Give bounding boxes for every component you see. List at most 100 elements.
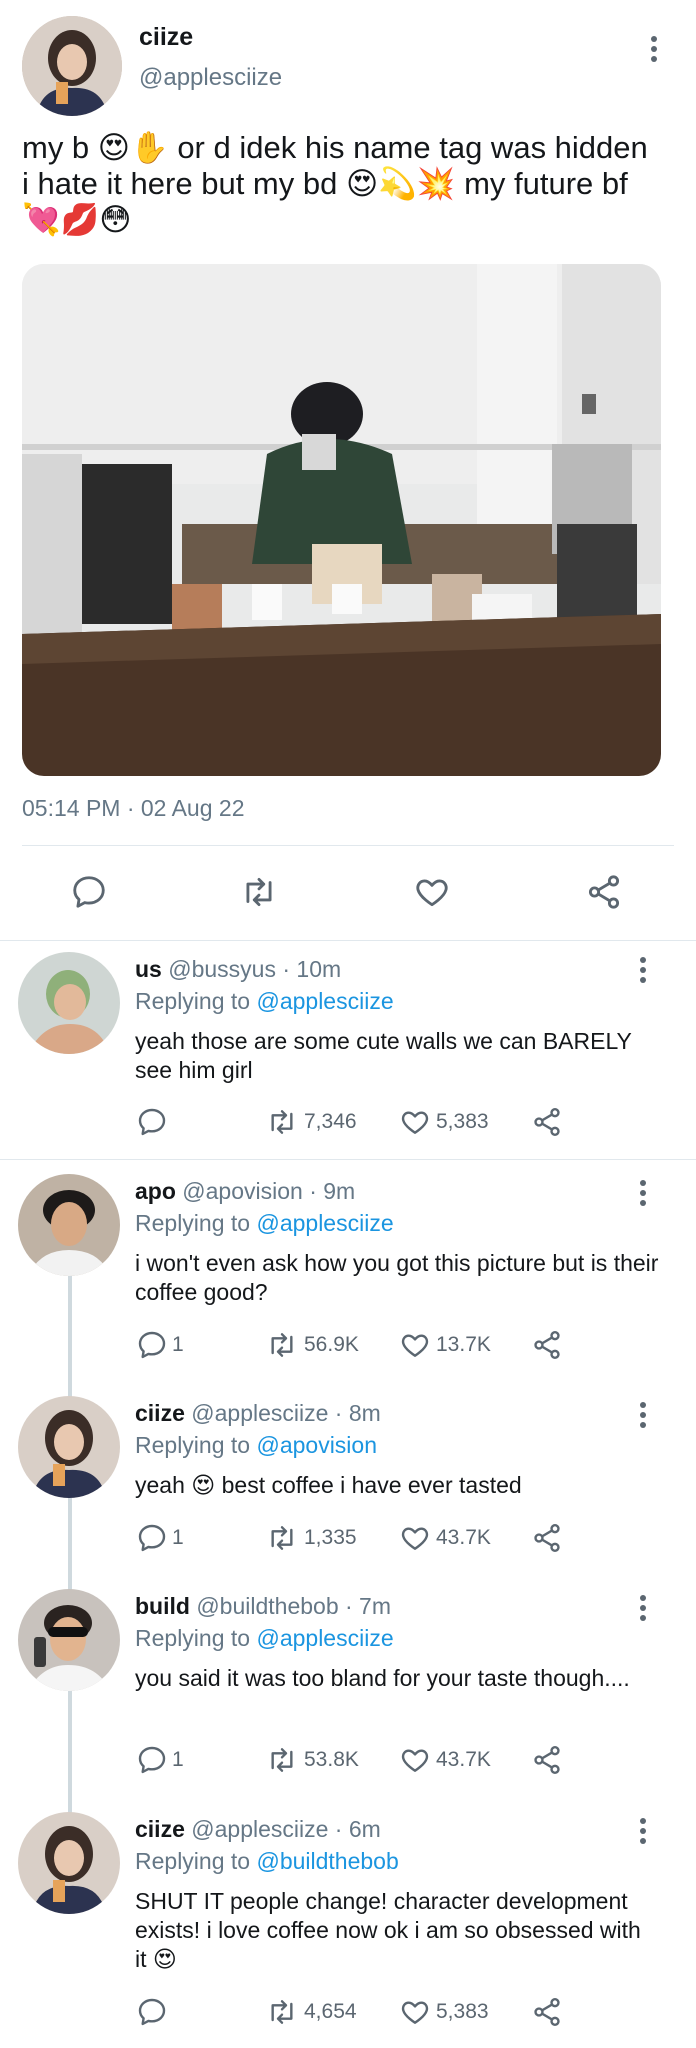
main-retweet-button[interactable] [238,873,280,916]
reply-header[interactable]: build @buildthebob · 7m [135,1593,391,1620]
more-vertical-icon[interactable] [640,1595,646,1625]
heart-icon [401,1749,429,1772]
tweet-text-line: i hate it here but my bd 😍💫💥 my future b… [22,166,628,201]
main-like-button[interactable] [412,873,452,916]
tweet-text-line: my b 😍✋ or d idek his name tag was hidde… [22,130,648,165]
reply-handle[interactable]: @applesciize · 8m [191,1400,381,1426]
reply-avatar[interactable] [18,1589,120,1691]
main-tweet-text: my b 😍✋ or d idek his name tag was hidde… [22,130,672,238]
like-button[interactable]: 5,383 [398,1996,489,2028]
reply-header[interactable]: ciize @applesciize · 8m [135,1400,381,1427]
retweet-count: 56.9K [304,1333,359,1356]
reply-header[interactable]: apo @apovision · 9m [135,1178,355,1205]
tweet-media-photo[interactable] [22,264,661,776]
replying-to: Replying to @buildthebob [135,1848,399,1875]
replying-to-link[interactable]: @buildthebob [256,1848,398,1874]
reply-display-name[interactable]: ciize [135,1400,185,1426]
share-button[interactable] [530,1106,568,1138]
main-display-name[interactable]: ciize [139,23,193,52]
avatar-image [18,1589,120,1691]
reply-display-name[interactable]: build [135,1593,190,1619]
reply-button[interactable] [136,1106,172,1138]
main-avatar[interactable] [22,16,122,116]
reply-button[interactable] [136,1996,172,2028]
replying-to-link[interactable]: @apovision [256,1432,377,1458]
retweet-arrows-icon [271,1333,293,1357]
replying-to-link[interactable]: @applesciize [256,1210,393,1236]
speech-bubble-icon [138,1524,166,1552]
retweet-arrows-icon [246,877,272,907]
retweet-count: 4,654 [304,2000,357,2023]
reply-display-name[interactable]: ciize [135,1816,185,1842]
reply-text: you said it was too bland for your taste… [135,1665,630,1691]
heart-icon [401,1527,429,1550]
like-button[interactable]: 13.7K [398,1329,491,1361]
reply-handle[interactable]: @apovision · 9m [182,1178,355,1204]
reply-avatar[interactable] [18,1812,120,1914]
share-icon [534,1331,560,1359]
share-button[interactable] [530,1996,568,2028]
tweet-timestamp: 05:14 PM · 02 Aug 22 [22,795,245,821]
reply-button[interactable]: 1 [136,1329,184,1361]
heart-icon [401,1334,429,1357]
replying-to-link[interactable]: @applesciize [256,1625,393,1651]
reply-handle[interactable]: @bussyus · 10m [168,956,341,982]
retweet-count: 1,335 [304,1526,357,1549]
reply-header[interactable]: us @bussyus · 10m [135,956,341,983]
retweet-button[interactable]: 1,335 [264,1522,357,1554]
like-count: 13.7K [436,1333,491,1356]
share-icon [534,1998,560,2026]
more-vertical-icon[interactable] [640,957,646,987]
like-button[interactable]: 5,383 [398,1106,489,1138]
reply-avatar[interactable] [18,1174,120,1276]
retweet-count: 53.8K [304,1748,359,1771]
share-button[interactable] [530,1329,568,1361]
divider [0,940,696,941]
retweet-arrows-icon [271,2000,293,2024]
reply-header[interactable]: ciize @applesciize · 6m [135,1816,381,1843]
speech-bubble-icon [138,1998,166,2026]
like-count: 43.7K [436,1748,491,1771]
reply-handle[interactable]: @buildthebob · 7m [196,1593,391,1619]
reply-display-name[interactable]: us [135,956,162,982]
retweet-button[interactable]: 7,346 [264,1106,357,1138]
reply-display-name[interactable]: apo [135,1178,176,1204]
avatar-image [18,1174,120,1276]
share-button[interactable] [530,1744,568,1776]
like-button[interactable]: 43.7K [398,1744,491,1776]
divider [22,845,674,846]
replying-to: Replying to @apovision [135,1432,377,1459]
like-count: 43.7K [436,1526,491,1549]
replying-to: Replying to @applesciize [135,1210,394,1237]
more-vertical-icon[interactable] [651,36,657,66]
reply-avatar[interactable] [18,1396,120,1498]
replying-prefix: Replying to [135,1848,257,1874]
replying-to-link[interactable]: @applesciize [256,988,393,1014]
more-vertical-icon[interactable] [640,1180,646,1210]
more-vertical-icon[interactable] [640,1402,646,1432]
speech-bubble-icon [73,876,105,908]
share-icon [534,1108,560,1136]
like-count: 5,383 [436,2000,489,2023]
heart-icon [401,2001,429,2024]
retweet-button[interactable]: 4,654 [264,1996,357,2028]
reply-button[interactable]: 1 [136,1744,184,1776]
like-button[interactable]: 43.7K [398,1522,491,1554]
share-button[interactable] [530,1522,568,1554]
reply-count: 1 [172,1333,184,1356]
reply-button[interactable]: 1 [136,1522,184,1554]
reply-avatar[interactable] [18,952,120,1054]
more-vertical-icon[interactable] [640,1818,646,1848]
main-reply-button[interactable] [70,873,108,916]
reply-handle[interactable]: @applesciize · 6m [191,1816,381,1842]
retweet-arrows-icon [271,1748,293,1772]
heart-icon [416,879,448,907]
main-share-button[interactable] [584,873,624,916]
speech-bubble-icon [138,1331,166,1359]
thread-line [68,1230,72,1850]
replying-prefix: Replying to [135,1210,257,1236]
main-handle[interactable]: @applesciize [139,64,282,92]
retweet-button[interactable]: 53.8K [264,1744,359,1776]
retweet-button[interactable]: 56.9K [264,1329,359,1361]
replying-prefix: Replying to [135,1625,257,1651]
